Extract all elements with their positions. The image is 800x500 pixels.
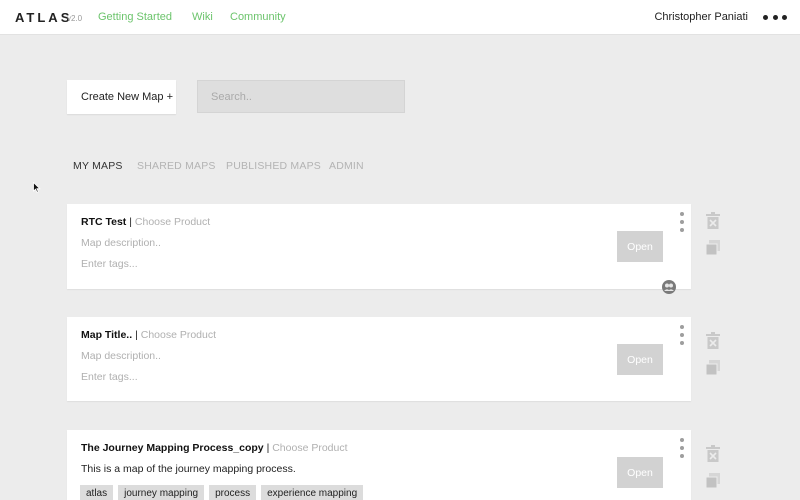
map-card: RTC Test | Choose Product Map descriptio…: [67, 204, 691, 294]
choose-product-dropdown[interactable]: Choose Product: [272, 442, 347, 454]
trash-icon[interactable]: [705, 212, 721, 230]
app-version: v2.0: [67, 14, 83, 23]
map-title[interactable]: RTC Test: [81, 216, 126, 228]
more-horizontal-icon[interactable]: [763, 9, 787, 25]
group-avatar-icon[interactable]: [662, 280, 676, 294]
mouse-cursor-icon: [33, 182, 41, 193]
copy-icon[interactable]: [705, 360, 721, 376]
map-card-title: RTC Test | Choose Product: [81, 216, 210, 228]
user-name[interactable]: Christopher Paniati: [654, 11, 748, 23]
open-map-button[interactable]: Open: [617, 344, 663, 375]
tab-my-maps[interactable]: MY MAPS: [73, 160, 123, 172]
title-separator: |: [266, 442, 270, 454]
map-tags-input[interactable]: Enter tags...: [81, 258, 138, 270]
open-map-button[interactable]: Open: [617, 457, 663, 488]
tag-chip[interactable]: process: [209, 485, 257, 500]
nav-community[interactable]: Community: [230, 11, 286, 23]
tag-chip[interactable]: atlas: [80, 485, 114, 500]
map-card-title: Map Title.. | Choose Product: [81, 329, 216, 341]
nav-getting-started[interactable]: Getting Started: [98, 11, 172, 23]
tab-admin[interactable]: ADMIN: [329, 160, 364, 172]
open-map-button[interactable]: Open: [617, 231, 663, 262]
create-new-map-button[interactable]: Create New Map +: [67, 80, 176, 114]
map-card-title: The Journey Mapping Process_copy | Choos…: [81, 442, 348, 454]
trash-icon[interactable]: [705, 332, 721, 350]
kebab-vertical-icon[interactable]: [679, 438, 685, 458]
map-tags-input[interactable]: Enter tags...: [81, 371, 138, 383]
tag-chip[interactable]: experience mapping: [261, 485, 364, 500]
kebab-vertical-icon[interactable]: [679, 325, 685, 345]
kebab-vertical-icon[interactable]: [679, 212, 685, 232]
top-bar: ATLAS v2.0 Getting Started Wiki Communit…: [0, 0, 800, 35]
choose-product-dropdown[interactable]: Choose Product: [135, 216, 210, 228]
title-separator: |: [129, 216, 132, 228]
search-input[interactable]: [197, 80, 405, 113]
map-description-field[interactable]: Map description..: [81, 237, 161, 249]
map-title[interactable]: The Journey Mapping Process_copy: [81, 442, 264, 454]
tab-published-maps[interactable]: PUBLISHED MAPS: [226, 160, 321, 172]
nav-wiki[interactable]: Wiki: [192, 11, 213, 23]
choose-product-dropdown[interactable]: Choose Product: [141, 329, 216, 341]
map-description-field[interactable]: This is a map of the journey mapping pro…: [81, 463, 296, 475]
tag-chip[interactable]: journey mapping: [118, 485, 205, 500]
copy-icon[interactable]: [705, 473, 721, 489]
map-description-field[interactable]: Map description..: [81, 350, 161, 362]
app-logo[interactable]: ATLAS: [15, 10, 72, 25]
map-title[interactable]: Map Title..: [81, 329, 132, 341]
map-card: The Journey Mapping Process_copy | Choos…: [67, 430, 691, 500]
tab-shared-maps[interactable]: SHARED MAPS: [137, 160, 216, 172]
map-tag-list: atlas journey mapping process experience…: [80, 485, 364, 500]
copy-icon[interactable]: [705, 240, 721, 256]
title-separator: |: [135, 329, 138, 341]
trash-icon[interactable]: [705, 445, 721, 463]
map-card: Map Title.. | Choose Product Map descrip…: [67, 317, 691, 401]
